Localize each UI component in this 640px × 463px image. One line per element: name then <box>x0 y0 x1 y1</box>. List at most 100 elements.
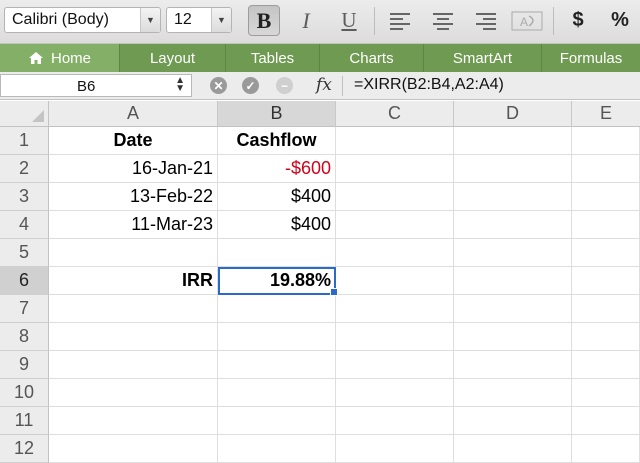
column-header-d[interactable]: D <box>454 101 572 127</box>
row-header-2[interactable]: 2 <box>0 155 49 183</box>
cell-d9[interactable] <box>454 351 572 379</box>
cell-b10[interactable] <box>218 379 336 407</box>
cell-b8[interactable] <box>218 323 336 351</box>
cell-e3[interactable] <box>572 183 640 211</box>
cell-e7[interactable] <box>572 295 640 323</box>
tab-home[interactable]: Home <box>0 44 120 72</box>
cell-d7[interactable] <box>454 295 572 323</box>
row-header-6[interactable]: 6 <box>0 267 49 295</box>
row-header-8[interactable]: 8 <box>0 323 49 351</box>
tab-smartart[interactable]: SmartArt <box>424 44 542 72</box>
cell-b5[interactable] <box>218 239 336 267</box>
cell-a12[interactable] <box>49 435 218 463</box>
cell-a10[interactable] <box>49 379 218 407</box>
cell-e11[interactable] <box>572 407 640 435</box>
tab-layout[interactable]: Layout <box>120 44 226 72</box>
cell-e12[interactable] <box>572 435 640 463</box>
cell-c12[interactable] <box>336 435 454 463</box>
tab-charts[interactable]: Charts <box>320 44 424 72</box>
cell-e10[interactable] <box>572 379 640 407</box>
cell-d4[interactable] <box>454 211 572 239</box>
cell-e6[interactable] <box>572 267 640 295</box>
cell-a11[interactable] <box>49 407 218 435</box>
cell-e2[interactable] <box>572 155 640 183</box>
cell-e9[interactable] <box>572 351 640 379</box>
name-box[interactable]: B6 ▲ ▼ <box>0 74 192 97</box>
cell-b1[interactable]: Cashflow <box>218 127 336 155</box>
wrap-text-button[interactable]: A <box>509 5 545 36</box>
stepper-icon[interactable]: ▲ ▼ <box>175 76 185 94</box>
column-header-a[interactable]: A <box>49 101 218 127</box>
cell-a6[interactable]: IRR <box>49 267 218 295</box>
percent-format-button[interactable]: % <box>604 5 636 36</box>
chevron-down-icon[interactable]: ▼ <box>211 8 231 32</box>
column-header-b[interactable]: B <box>218 101 336 127</box>
row-header-12[interactable]: 12 <box>0 435 49 463</box>
tab-formulas[interactable]: Formulas <box>542 44 640 72</box>
cell-d6[interactable] <box>454 267 572 295</box>
cell-d10[interactable] <box>454 379 572 407</box>
align-right-button[interactable] <box>470 5 502 36</box>
cell-e1[interactable] <box>572 127 640 155</box>
cell-c6[interactable] <box>336 267 454 295</box>
chevron-down-icon[interactable]: ▼ <box>140 8 160 32</box>
cell-a4[interactable]: 11-Mar-23 <box>49 211 218 239</box>
cell-c10[interactable] <box>336 379 454 407</box>
cell-c8[interactable] <box>336 323 454 351</box>
cell-a3[interactable]: 13-Feb-22 <box>49 183 218 211</box>
row-header-4[interactable]: 4 <box>0 211 49 239</box>
cell-b12[interactable] <box>218 435 336 463</box>
currency-format-button[interactable]: $ <box>562 5 594 36</box>
align-left-button[interactable] <box>384 5 416 36</box>
cell-c11[interactable] <box>336 407 454 435</box>
row-header-3[interactable]: 3 <box>0 183 49 211</box>
cell-a8[interactable] <box>49 323 218 351</box>
cell-d5[interactable] <box>454 239 572 267</box>
cell-a5[interactable] <box>49 239 218 267</box>
cell-a2[interactable]: 16-Jan-21 <box>49 155 218 183</box>
cell-c1[interactable] <box>336 127 454 155</box>
insert-function-icon[interactable]: − <box>276 77 293 94</box>
row-header-11[interactable]: 11 <box>0 407 49 435</box>
select-all-corner[interactable] <box>0 101 49 127</box>
cell-e5[interactable] <box>572 239 640 267</box>
row-header-9[interactable]: 9 <box>0 351 49 379</box>
italic-button[interactable]: I <box>290 5 322 36</box>
cell-e8[interactable] <box>572 323 640 351</box>
cell-c3[interactable] <box>336 183 454 211</box>
column-header-c[interactable]: C <box>336 101 454 127</box>
cell-c9[interactable] <box>336 351 454 379</box>
cell-b6-active[interactable]: 19.88% <box>218 267 336 295</box>
column-header-e[interactable]: E <box>572 101 640 127</box>
align-center-button[interactable] <box>427 5 459 36</box>
formula-input[interactable]: =XIRR(B2:B4,A2:A4) <box>354 76 504 94</box>
row-header-10[interactable]: 10 <box>0 379 49 407</box>
font-name-select[interactable]: Calibri (Body) ▼ <box>4 7 161 33</box>
row-header-5[interactable]: 5 <box>0 239 49 267</box>
tab-tables[interactable]: Tables <box>226 44 320 72</box>
font-size-select[interactable]: 12 ▼ <box>166 7 232 33</box>
cell-a9[interactable] <box>49 351 218 379</box>
fill-handle[interactable] <box>330 288 338 296</box>
cell-b2[interactable]: -$600 <box>218 155 336 183</box>
cell-c4[interactable] <box>336 211 454 239</box>
cell-d1[interactable] <box>454 127 572 155</box>
row-header-7[interactable]: 7 <box>0 295 49 323</box>
cell-d12[interactable] <box>454 435 572 463</box>
row-header-1[interactable]: 1 <box>0 127 49 155</box>
cell-a7[interactable] <box>49 295 218 323</box>
cell-d3[interactable] <box>454 183 572 211</box>
cell-b7[interactable] <box>218 295 336 323</box>
bold-button[interactable]: B <box>248 5 280 36</box>
underline-button[interactable]: U <box>333 5 365 36</box>
cell-b4[interactable]: $400 <box>218 211 336 239</box>
cell-b3[interactable]: $400 <box>218 183 336 211</box>
cell-b11[interactable] <box>218 407 336 435</box>
cancel-icon[interactable]: ✕ <box>210 77 227 94</box>
cell-c5[interactable] <box>336 239 454 267</box>
cell-c2[interactable] <box>336 155 454 183</box>
cell-e4[interactable] <box>572 211 640 239</box>
cell-d2[interactable] <box>454 155 572 183</box>
cell-b9[interactable] <box>218 351 336 379</box>
function-label[interactable]: fx <box>316 75 332 95</box>
